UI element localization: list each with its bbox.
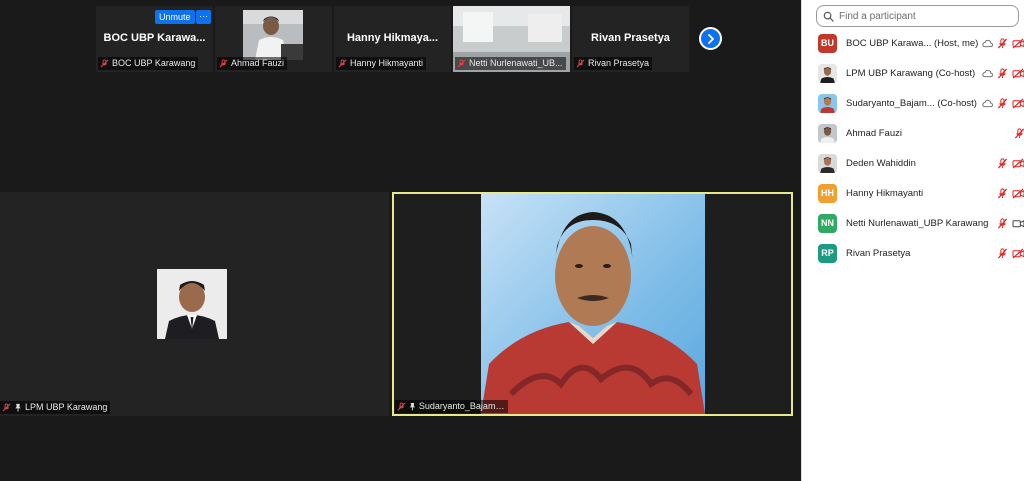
tile-name-label: BOC UBP Karawang bbox=[98, 57, 199, 70]
mic-muted-icon bbox=[997, 97, 1008, 108]
video-off-icon bbox=[1012, 187, 1024, 199]
tile-name-label: Hanny Hikmayanti bbox=[336, 57, 427, 70]
search-icon bbox=[823, 11, 834, 22]
participant-status-icons bbox=[982, 37, 1024, 49]
mic-muted-icon bbox=[997, 37, 1008, 48]
participant-status-icons bbox=[997, 247, 1024, 259]
avatar: HH bbox=[818, 183, 837, 203]
video-off-icon bbox=[1012, 157, 1024, 169]
participant-row[interactable]: RP Rivan Prasetya bbox=[802, 238, 1024, 268]
participant-row[interactable]: LPM UBP Karawang (Co-host) bbox=[802, 58, 1024, 88]
avatar: RP bbox=[818, 243, 837, 263]
participants-panel: BU BOC UBP Karawa... (Host, me) LPM UBP Ka… bbox=[801, 0, 1024, 481]
video-off-icon bbox=[1012, 67, 1024, 79]
mic-muted-icon bbox=[397, 402, 406, 411]
chevron-right-icon bbox=[707, 33, 714, 44]
video-off-icon bbox=[1012, 97, 1024, 109]
cloud-recording-icon bbox=[982, 99, 993, 107]
tile-name-label: Netti Nurlenawati_UB... bbox=[455, 57, 566, 70]
participant-name: Deden Wahiddin bbox=[846, 157, 916, 169]
unmute-button[interactable]: Unmute bbox=[155, 10, 195, 24]
participant-status-icons bbox=[1014, 127, 1024, 139]
participant-row[interactable]: BU BOC UBP Karawa... (Host, me) bbox=[802, 28, 1024, 58]
strip-tile-hanny[interactable]: Hanny Hikmaya... Hanny Hikmayanti bbox=[334, 6, 451, 72]
pin-icon bbox=[15, 403, 21, 412]
participant-name: Rivan Prasetya bbox=[846, 247, 911, 259]
cloud-recording-icon bbox=[982, 69, 993, 77]
mic-muted-icon bbox=[997, 67, 1008, 78]
cloud-recording-icon bbox=[982, 39, 993, 47]
mic-muted-icon bbox=[338, 59, 347, 68]
participant-status-icons bbox=[997, 157, 1024, 169]
participant-name: Hanny Hikmayanti bbox=[846, 187, 924, 199]
mic-muted-icon bbox=[997, 247, 1008, 258]
avatar bbox=[818, 93, 837, 113]
meeting-area: Unmute ··· BOC UBP Karawa... BOC UBP Kar… bbox=[0, 0, 801, 481]
pin-icon bbox=[409, 403, 416, 411]
mic-muted-icon bbox=[997, 157, 1008, 168]
participant-status-icons bbox=[982, 67, 1024, 79]
participant-status-icons bbox=[982, 97, 1024, 109]
participant-name: LPM UBP Karawang (Co-host) bbox=[846, 67, 976, 79]
participant-row[interactable]: Ahmad Fauzi bbox=[802, 118, 1024, 148]
mic-muted-icon bbox=[219, 59, 228, 68]
video-off-icon bbox=[1012, 37, 1024, 49]
participant-name: Ahmad Fauzi bbox=[846, 127, 902, 139]
participant-name: Sudaryanto_Bajam... (Co-host) bbox=[846, 97, 977, 109]
tile-name-label: Rivan Prasetya bbox=[574, 57, 653, 70]
participant-search[interactable] bbox=[816, 5, 1019, 27]
strip-tile-name: Rivan Prasetya bbox=[591, 32, 670, 44]
strip-tile-rivan[interactable]: Rivan Prasetya Rivan Prasetya bbox=[572, 6, 689, 72]
profile-picture bbox=[157, 269, 227, 339]
tile-name-label: LPM UBP Karawang bbox=[0, 401, 111, 414]
participant-row[interactable]: Deden Wahiddin bbox=[802, 148, 1024, 178]
avatar bbox=[818, 153, 837, 173]
strip-tile-ahmad[interactable]: Ahmad Fauzi bbox=[215, 6, 332, 72]
participant-status-icons bbox=[997, 187, 1024, 199]
participant-video bbox=[481, 194, 705, 414]
mic-muted-icon bbox=[1014, 127, 1024, 138]
avatar: BU bbox=[818, 33, 837, 53]
strip-tile-boc[interactable]: Unmute ··· BOC UBP Karawa... BOC UBP Kar… bbox=[96, 6, 213, 72]
avatar bbox=[818, 63, 837, 83]
participant-row[interactable]: HH Hanny Hikmayanti bbox=[802, 178, 1024, 208]
search-input[interactable] bbox=[839, 10, 1009, 22]
mic-muted-icon bbox=[100, 59, 109, 68]
video-off-icon bbox=[1012, 247, 1024, 259]
strip-tile-name: BOC UBP Karawa... bbox=[103, 32, 206, 44]
mic-muted-icon bbox=[997, 187, 1008, 198]
next-page-button[interactable] bbox=[699, 27, 722, 50]
video-tile-lpm[interactable]: LPM UBP Karawang bbox=[0, 192, 389, 416]
avatar: NN bbox=[818, 213, 837, 233]
more-options-button[interactable]: ··· bbox=[196, 10, 211, 24]
avatar bbox=[818, 123, 837, 143]
tile-name-label: Ahmad Fauzi bbox=[217, 57, 288, 70]
strip-tile-name: Hanny Hikmaya... bbox=[346, 32, 439, 44]
participant-status-icons bbox=[997, 217, 1024, 229]
mic-muted-icon bbox=[997, 217, 1008, 228]
strip-tile-netti[interactable]: Netti Nurlenawati_UB... bbox=[453, 6, 570, 72]
participant-row[interactable]: NN Netti Nurlenawati_UBP Karawang bbox=[802, 208, 1024, 238]
participant-name: BOC UBP Karawa... (Host, me) bbox=[846, 37, 979, 49]
participant-video bbox=[243, 10, 303, 60]
mic-muted-icon bbox=[2, 403, 11, 412]
tile-name-label: Sudaryanto_Bajamtu UG bbox=[395, 400, 508, 413]
participant-row[interactable]: Sudaryanto_Bajam... (Co-host) bbox=[802, 88, 1024, 118]
video-tile-sudaryanto[interactable]: Sudaryanto_Bajamtu UG bbox=[392, 192, 793, 416]
mic-muted-icon bbox=[457, 59, 466, 68]
mic-muted-icon bbox=[576, 59, 585, 68]
participant-name: Netti Nurlenawati_UBP Karawang bbox=[846, 217, 989, 229]
video-on-icon bbox=[1012, 219, 1024, 227]
